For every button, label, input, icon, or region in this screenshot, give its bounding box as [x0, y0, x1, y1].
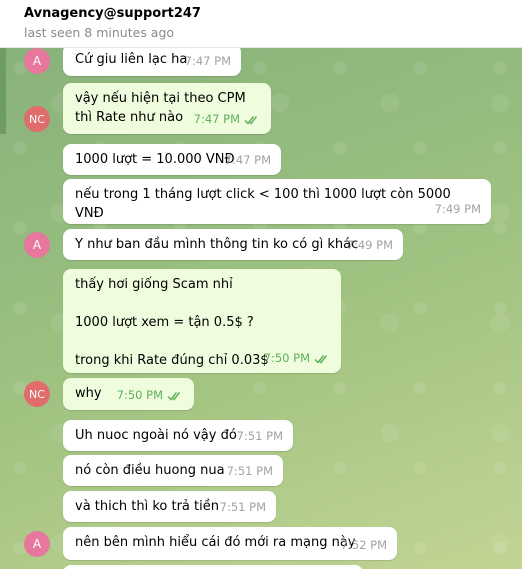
- message-meta: 7:47 PM: [194, 110, 261, 129]
- message-bubble[interactable]: nên bên mình hiểu cái đó mới ra mạng này…: [63, 527, 397, 560]
- last-seen-status: last seen 8 minutes ago: [24, 25, 175, 40]
- avatar[interactable]: A: [24, 232, 50, 258]
- message-time: 7:51 PM: [236, 429, 283, 443]
- message-time: 7:51 PM: [219, 500, 266, 514]
- avatar[interactable]: NC: [24, 381, 50, 407]
- message-bubble-outgoing[interactable]: why 7:50 PM: [63, 378, 194, 410]
- avatar[interactable]: A: [24, 531, 50, 557]
- avatar[interactable]: A: [24, 48, 50, 74]
- message-meta: 7:49 PM: [347, 236, 393, 255]
- scroll-indicator: [0, 48, 6, 134]
- message-bubble[interactable]: Uh nuoc ngoài nó vậy đó 7:51 PM: [63, 420, 293, 451]
- message-bubble[interactable]: và thich thì ko trả tiền 7:51 PM: [63, 491, 276, 522]
- message-text: nếu trong 1 tháng lượt click < 100 thì 1…: [75, 187, 455, 221]
- message-meta: 7:50 PM: [264, 349, 331, 368]
- message-bubble[interactable]: Y như ban đầu mình thông tin ko có gì kh…: [63, 229, 403, 260]
- message-bubble-outgoing[interactable]: thấy hơi giống Scam nhỉ 1000 lượt xem = …: [63, 269, 341, 373]
- message-time: 7:51 PM: [226, 464, 273, 478]
- double-check-icon: [314, 354, 328, 364]
- double-check-icon: [244, 115, 258, 125]
- message-meta: 7:51 PM: [227, 462, 273, 481]
- message-meta: 7:51 PM: [237, 427, 283, 446]
- message-time: 7:50 PM: [263, 351, 310, 365]
- message-list[interactable]: A NC A NC A Cứ giu liên lạc ha 7:47 PM v…: [0, 48, 522, 569]
- message-time: 7:47 PM: [224, 153, 271, 167]
- message-time: 7:47 PM: [184, 54, 231, 68]
- message-bubble[interactable]: Cứ giu liên lạc ha 7:47 PM: [63, 48, 241, 76]
- message-meta: 7:52 PM: [341, 536, 387, 555]
- message-bubble-outgoing[interactable]: vậy nếu hiện tại theo CPM thì Rate như n…: [63, 83, 271, 134]
- message-text: nên bên mình hiểu cái đó mới ra mạng này: [75, 535, 356, 550]
- message-meta: 7:51 PM: [220, 498, 266, 517]
- message-bubble[interactable]: nếu trong 1 tháng lượt click < 100 thì 1…: [63, 179, 491, 224]
- message-time: 7:50 PM: [116, 388, 163, 402]
- message-bubble[interactable]: 1000 lượt = 10.000 VNĐ 7:47 PM: [63, 144, 281, 175]
- message-meta: 7:47 PM: [185, 52, 231, 71]
- message-text: Y như ban đầu mình thông tin ko có gì kh…: [75, 237, 359, 252]
- message-time: 7:47 PM: [193, 112, 240, 126]
- message-meta: 7:47 PM: [225, 151, 271, 170]
- chat-header[interactable]: Avnagency@support247 last seen 8 minutes…: [0, 0, 522, 48]
- message-meta: 7:50 PM: [117, 386, 184, 405]
- message-meta: 7:49 PM: [435, 200, 481, 219]
- message-time: 7:49 PM: [346, 238, 393, 252]
- message-bubble[interactable]: nó còn điều huong nua 7:51 PM: [63, 455, 283, 486]
- chat-title[interactable]: Avnagency@support247: [24, 4, 522, 23]
- message-time: 7:49 PM: [434, 202, 481, 216]
- message-time: 7:52 PM: [340, 538, 387, 552]
- message-bubble-partial[interactable]: [63, 565, 363, 569]
- avatar[interactable]: NC: [24, 106, 50, 132]
- double-check-icon: [167, 391, 181, 401]
